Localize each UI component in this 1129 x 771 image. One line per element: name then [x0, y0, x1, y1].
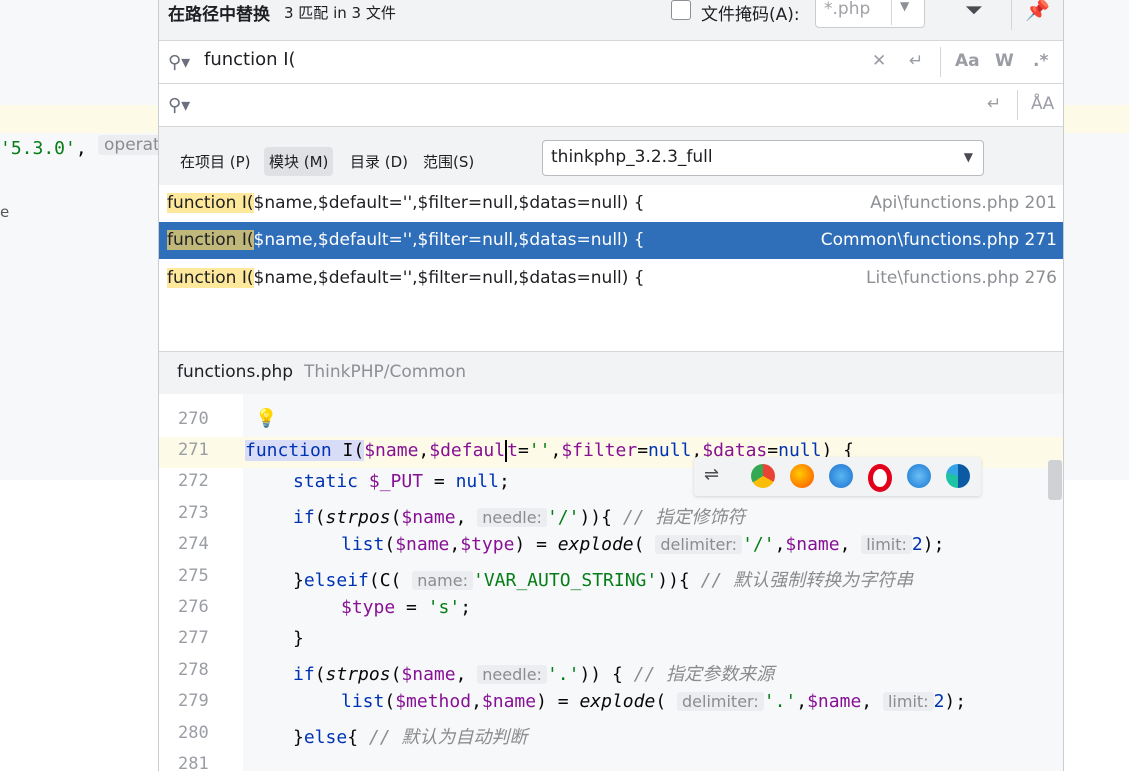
internet-explorer-icon[interactable] [907, 464, 931, 488]
safari-icon[interactable] [829, 464, 853, 488]
replace-row: ⚲▾ ↵ ÅA [159, 84, 1063, 127]
editor-background-right [1062, 0, 1129, 480]
preserve-case-icon[interactable]: ÅA [1031, 94, 1054, 114]
result-path: Common\functions.php 271 [820, 230, 1057, 250]
file-mask-value: *.php [824, 0, 871, 19]
newline-icon[interactable]: ↵ [987, 94, 1001, 114]
search-row: ⚲▾ function I( ✕ ↵ Aa W .* [159, 41, 1063, 84]
preview-file-dir: ThinkPHP/Common [304, 362, 467, 382]
file-mask-label[interactable]: 文件掩码(A): [701, 0, 800, 25]
scope-bar: 在项目 (P) 模块 (M) 目录 (D) 范围(S) thinkphp_3.2… [159, 127, 1063, 185]
code-line: 276 $type = 's'; [178, 597, 472, 618]
tab-directory[interactable]: 目录 (D) [345, 147, 413, 176]
result-row[interactable]: function I($name,$default='',$filter=nul… [159, 260, 1063, 297]
result-path: Api\functions.php 201 [870, 193, 1057, 213]
result-row[interactable]: function I($name,$default='',$filter=nul… [159, 185, 1063, 222]
whole-words-icon[interactable]: W [995, 51, 1014, 71]
result-row-selected[interactable]: function I($name,$default='',$filter=nul… [159, 222, 1063, 259]
pin-icon[interactable]: 📌 [1025, 0, 1050, 22]
lightbulb-icon[interactable]: 💡 [255, 408, 277, 429]
chevron-down-icon: ▼ [900, 0, 910, 13]
code-line: 281 [178, 754, 209, 771]
result-path: Lite\functions.php 276 [866, 268, 1057, 288]
browser-launcher-bar: ⇌ [694, 457, 981, 496]
code-preview[interactable]: 270 💡 271 function I($name,$defaul t='',$… [159, 394, 1063, 771]
file-mask-checkbox[interactable] [671, 0, 691, 20]
tab-project[interactable]: 在项目 (P) [175, 147, 256, 176]
chrome-icon[interactable] [751, 464, 775, 488]
replace-history-icon[interactable]: ⚲▾ [168, 95, 190, 116]
code-line: 279 list($method,$name) = explode( delim… [178, 691, 967, 712]
background-code: '5.3.0', operat [0, 135, 166, 159]
code-line: 273 if(strpos($name, needle: '/')){ // 指定… [178, 503, 746, 528]
opera-icon[interactable] [868, 464, 892, 492]
tab-scope[interactable]: 范围(S) [418, 147, 479, 176]
code-line: 275 }elseif(C( name: 'VAR_AUTO_STRING')){… [178, 566, 914, 591]
code-line: 277 } [178, 628, 304, 649]
wrap-icon[interactable]: ⇌ [704, 464, 728, 488]
replace-in-path-dialog: 在路径中替换 3 匹配 in 3 文件 文件掩码(A): *.php ▼ ⏷ 📌… [158, 0, 1064, 771]
clear-icon[interactable]: ✕ [872, 51, 886, 71]
module-select[interactable]: thinkphp_3.2.3_full ▼ [542, 140, 984, 176]
match-case-icon[interactable]: Aa [955, 51, 980, 71]
code-line: 278 if(strpos($name, needle: '.')) { // 指… [178, 660, 775, 685]
regex-icon[interactable]: .* [1033, 51, 1048, 71]
firefox-icon[interactable] [790, 464, 814, 488]
code-line: 274 list($name,$type) = explode( delimit… [178, 534, 945, 555]
dialog-header: 在路径中替换 3 匹配 in 3 文件 文件掩码(A): *.php ▼ ⏷ 📌 [159, 0, 1063, 41]
edge-icon[interactable] [946, 464, 970, 488]
search-history-icon[interactable]: ⚲▾ [168, 52, 190, 73]
newline-icon[interactable]: ↵ [909, 51, 923, 71]
preview-header: functions.php ThinkPHP/Common [159, 352, 1063, 394]
dialog-title: 在路径中替换 [168, 5, 270, 25]
code-line: 280 }else{ // 默认为自动判断 [178, 723, 528, 748]
preview-scrollbar[interactable] [1048, 460, 1062, 500]
search-input[interactable]: function I( [204, 49, 296, 70]
filter-icon[interactable]: ⏷ [965, 0, 983, 23]
match-count: 3 匹配 in 3 文件 [284, 4, 396, 22]
editor-background-left: '5.3.0', operat e [0, 0, 166, 480]
preview-file-name: functions.php [177, 362, 294, 382]
code-line: 270 [178, 409, 209, 429]
tab-module[interactable]: 模块 (M) [264, 147, 334, 176]
chevron-down-icon: ▼ [963, 150, 973, 164]
background-hint: operat [98, 135, 166, 155]
results-list: function I($name,$default='',$filter=nul… [159, 185, 1063, 352]
file-mask-dropdown[interactable]: *.php ▼ [815, 0, 925, 28]
